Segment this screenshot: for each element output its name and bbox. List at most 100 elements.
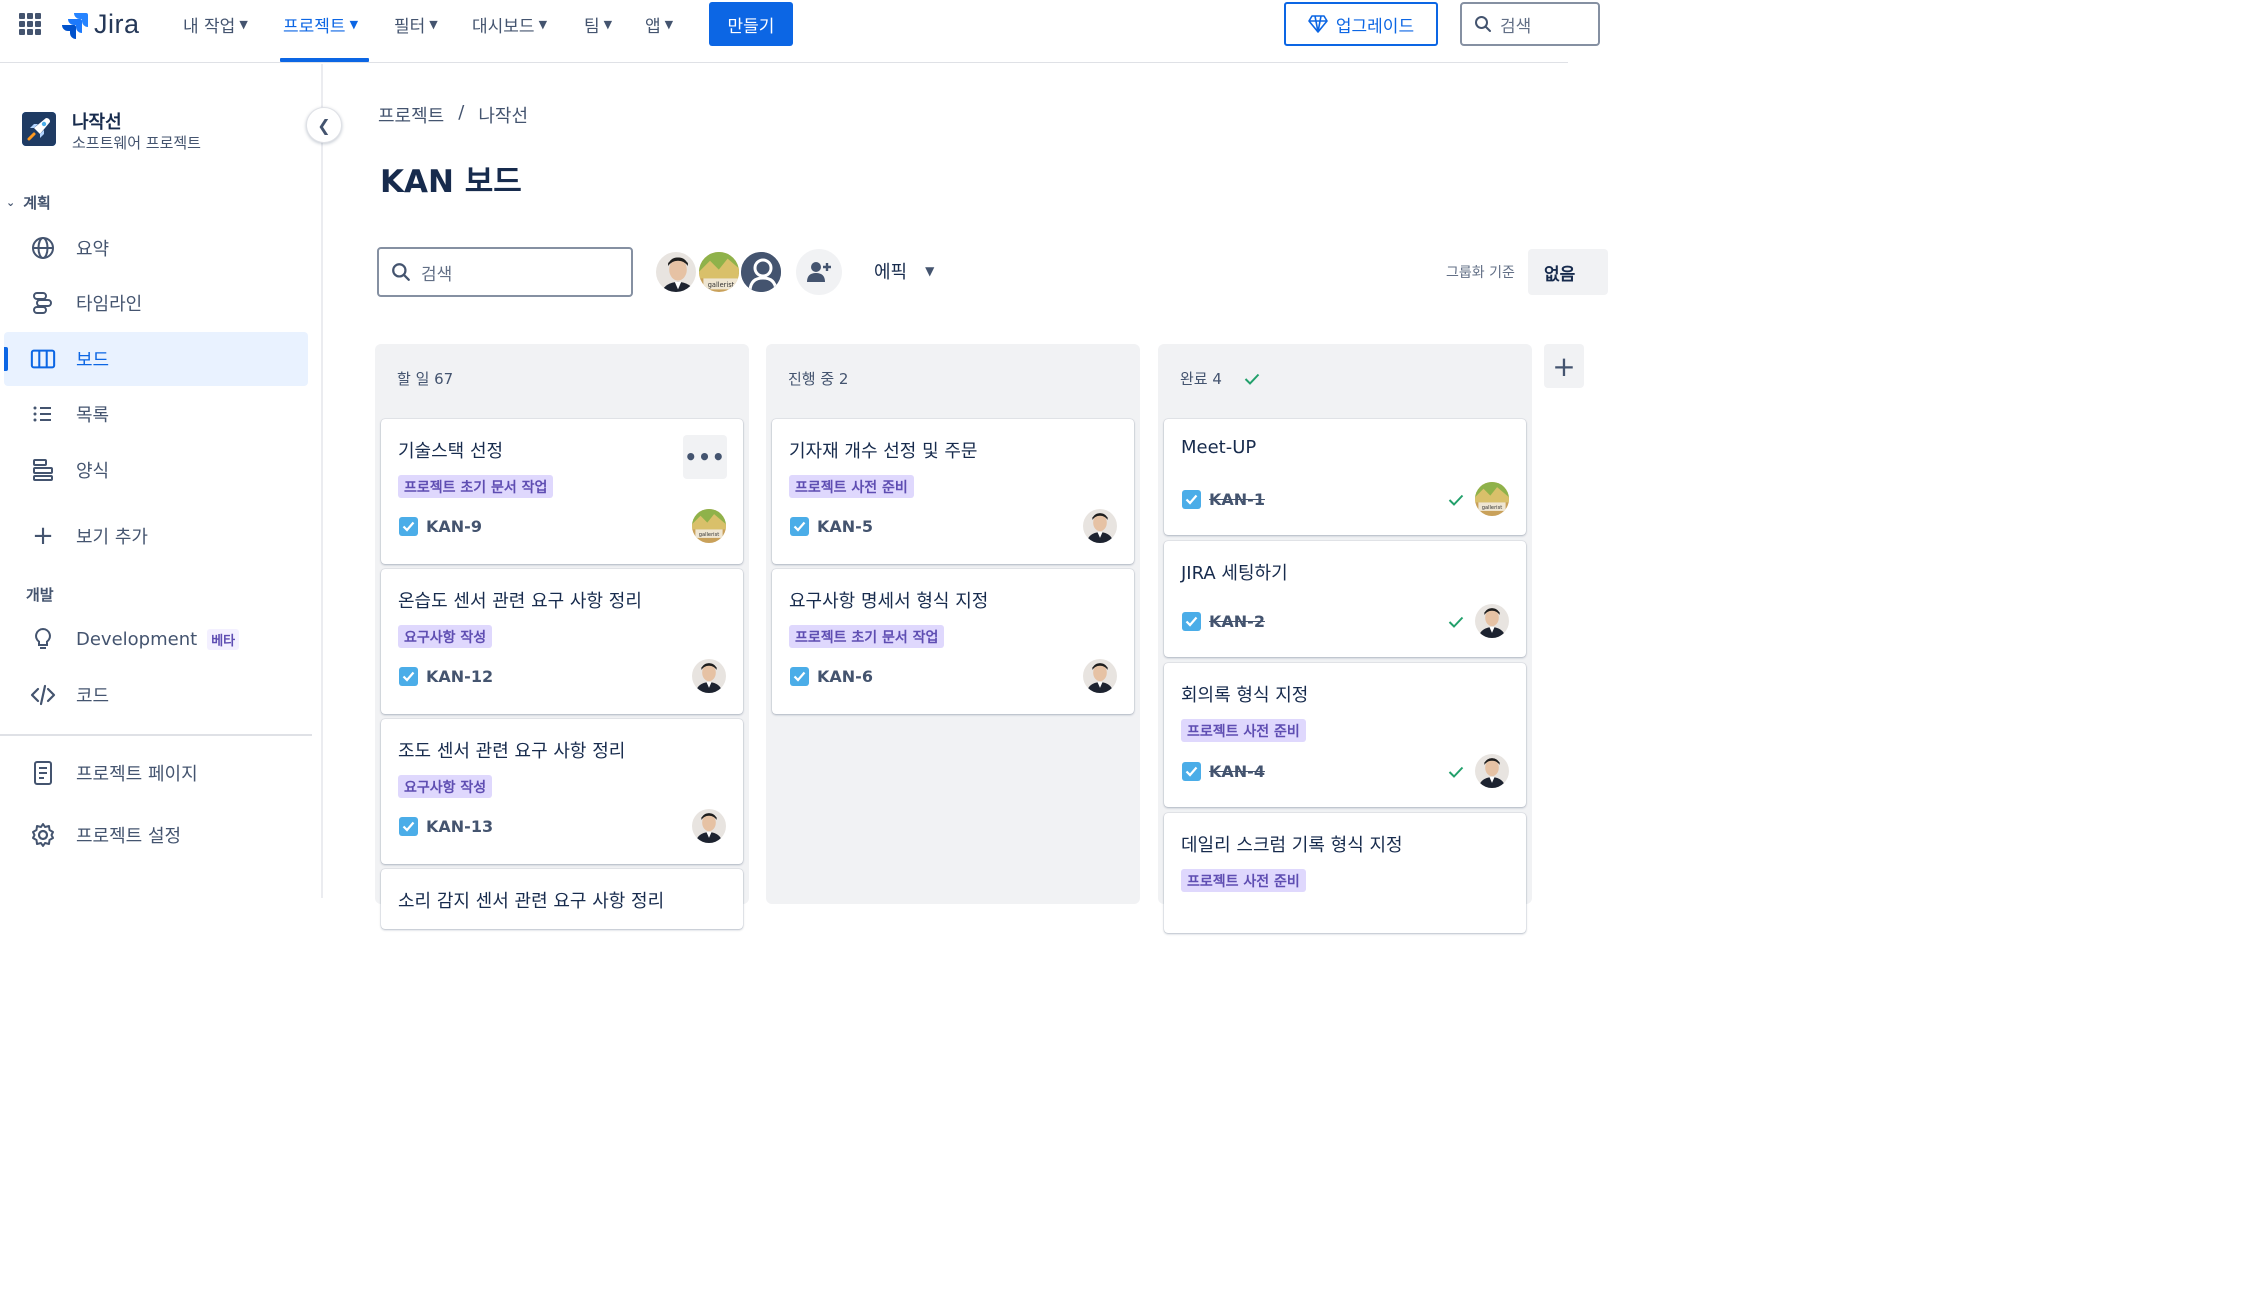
more-actions-button[interactable]: ••• xyxy=(683,435,727,479)
chevron-down-icon: ▼ xyxy=(538,17,548,31)
search-icon xyxy=(392,263,410,281)
sidebar-item-timeline[interactable]: 타임라인 xyxy=(4,276,308,330)
global-search-input[interactable]: 검색 xyxy=(1460,2,1600,46)
issue-card[interactable]: 요구사항 명세서 형식 지정 프로젝트 초기 문서 작업 KAN-6 xyxy=(772,569,1134,714)
issue-key[interactable]: KAN-1 xyxy=(1182,490,1265,509)
assignee-avatar[interactable] xyxy=(1475,754,1509,788)
chevron-left-icon: ❮ xyxy=(317,115,331,135)
search-icon xyxy=(1475,16,1491,32)
epic-lozenge[interactable]: 프로젝트 초기 문서 작업 xyxy=(789,625,945,648)
breadcrumb-project-link[interactable]: 나작선 xyxy=(478,102,528,128)
form-icon xyxy=(30,457,56,483)
sidebar-item-forms[interactable]: 양식 xyxy=(4,443,308,497)
assignee-avatar[interactable] xyxy=(692,509,726,543)
jira-logo-icon xyxy=(62,12,88,39)
board-search-input[interactable]: 검색 xyxy=(377,247,633,297)
app-switcher-icon[interactable] xyxy=(19,13,41,35)
epic-lozenge[interactable]: 요구사항 작성 xyxy=(398,625,493,648)
planning-section-toggle[interactable]: ⌄ 계획 xyxy=(6,192,51,213)
sidebar-item-summary[interactable]: 요약 xyxy=(4,221,308,275)
add-view-label: 보기 추가 xyxy=(76,527,148,548)
issue-key[interactable]: KAN-4 xyxy=(1182,762,1265,781)
jira-logo[interactable]: Jira xyxy=(60,9,140,40)
issue-card[interactable]: 기술스택 선정 ••• 프로젝트 초기 문서 작업 KAN-9 xyxy=(381,419,743,564)
issue-card[interactable]: Meet-UP KAN-1 xyxy=(1164,419,1526,535)
assignee-avatar[interactable] xyxy=(1083,659,1117,693)
avatar-filter-user-3[interactable] xyxy=(739,250,783,294)
breadcrumb-projects-link[interactable]: 프로젝트 xyxy=(378,102,444,128)
assignee-avatar[interactable] xyxy=(692,659,726,693)
create-button[interactable]: 만들기 xyxy=(709,2,793,46)
column-header[interactable]: 진행 중 2 xyxy=(788,368,848,389)
issue-card[interactable]: 온습도 센서 관련 요구 사항 정리 요구사항 작성 KAN-12 xyxy=(381,569,743,714)
timeline-icon xyxy=(30,290,56,316)
task-type-icon xyxy=(1182,612,1201,631)
epic-lozenge[interactable]: 프로젝트 사전 준비 xyxy=(789,475,914,498)
group-by-dropdown[interactable]: 없음 xyxy=(1528,249,1608,295)
epic-filter-dropdown[interactable]: 에픽 ▼ xyxy=(874,258,934,284)
column-header[interactable]: 할 일 67 xyxy=(397,368,453,389)
sidebar-item-label: 양식 xyxy=(76,461,110,482)
issue-card[interactable]: 소리 감지 센서 관련 요구 사항 정리 xyxy=(381,869,743,929)
assignee-avatar[interactable] xyxy=(692,809,726,843)
board-column-in-progress: 진행 중 2 기자재 개수 선정 및 주문 프로젝트 사전 준비 KAN-5 요… xyxy=(766,344,1140,904)
sidebar-item-code[interactable]: 코드 xyxy=(4,668,308,722)
add-view-button[interactable]: + 보기 추가 xyxy=(4,509,308,563)
sidebar-item-project-settings[interactable]: 프로젝트 설정 xyxy=(4,808,308,862)
epic-lozenge[interactable]: 프로젝트 사전 준비 xyxy=(1181,869,1306,892)
epic-lozenge[interactable]: 프로젝트 초기 문서 작업 xyxy=(398,475,554,498)
issue-key[interactable]: KAN-2 xyxy=(1182,612,1265,631)
sidebar-item-project-pages[interactable]: 프로젝트 페이지 xyxy=(4,746,308,800)
add-people-button[interactable] xyxy=(796,249,842,295)
avatar-man-image xyxy=(1083,509,1117,543)
sidebar-item-list[interactable]: 목록 xyxy=(4,387,308,441)
nav-filters[interactable]: 필터 ▼ xyxy=(394,12,438,37)
issue-key[interactable]: KAN-13 xyxy=(399,817,493,836)
project-avatar[interactable] xyxy=(22,112,56,146)
nav-apps[interactable]: 앱 ▼ xyxy=(645,12,673,37)
sidebar-item-label: Development xyxy=(76,628,198,650)
issue-title: 온습도 센서 관련 요구 사항 정리 xyxy=(398,591,642,612)
sidebar-item-label: 코드 xyxy=(76,686,110,707)
sidebar-item-label: 목록 xyxy=(76,405,110,426)
nav-dashboards[interactable]: 대시보드 ▼ xyxy=(472,12,548,37)
sidebar-item-board[interactable]: 보드 xyxy=(4,332,308,386)
column-header[interactable]: 완료 4 xyxy=(1180,368,1260,389)
beta-badge: 베타 xyxy=(207,628,240,650)
avatar-filter-user-1[interactable] xyxy=(654,250,698,294)
sidebar-item-label: 타임라인 xyxy=(76,294,143,315)
issue-card[interactable]: JIRA 세팅하기 KAN-2 xyxy=(1164,541,1526,657)
issue-key-text: KAN-2 xyxy=(1209,612,1265,631)
nav-my-work[interactable]: 내 작업 ▼ xyxy=(183,12,248,37)
epic-lozenge[interactable]: 프로젝트 사전 준비 xyxy=(1181,719,1306,742)
issue-card[interactable]: 조도 센서 관련 요구 사항 정리 요구사항 작성 KAN-13 xyxy=(381,719,743,864)
sidebar-resize-handle[interactable] xyxy=(321,64,323,898)
breadcrumb-separator: / xyxy=(458,102,465,123)
issue-card[interactable]: 기자재 개수 선정 및 주문 프로젝트 사전 준비 KAN-5 xyxy=(772,419,1134,564)
upgrade-button[interactable]: 업그레이드 xyxy=(1284,2,1438,46)
page-title: KAN 보드 xyxy=(380,164,522,200)
assignee-avatar[interactable] xyxy=(1083,509,1117,543)
avatar-man-image xyxy=(656,252,698,294)
assignee-avatar[interactable] xyxy=(1475,604,1509,638)
nav-teams[interactable]: 팀 ▼ xyxy=(584,12,612,37)
lightbulb-icon xyxy=(30,626,56,652)
gem-icon xyxy=(1308,15,1328,33)
issue-card[interactable]: 회의록 형식 지정 프로젝트 사전 준비 KAN-4 xyxy=(1164,663,1526,807)
epic-lozenge[interactable]: 요구사항 작성 xyxy=(398,775,493,798)
nav-projects[interactable]: 프로젝트 ▼ xyxy=(283,12,358,37)
resolved-check-icon xyxy=(1448,494,1464,506)
globe-icon xyxy=(30,235,56,261)
add-column-button[interactable]: + xyxy=(1544,344,1584,388)
sidebar-item-development[interactable]: Development 베타 xyxy=(4,612,308,666)
issue-card[interactable]: 데일리 스크럼 기록 형식 지정 프로젝트 사전 준비 xyxy=(1164,813,1526,933)
collapse-sidebar-button[interactable]: ❮ xyxy=(306,107,342,143)
issue-key[interactable]: KAN-9 xyxy=(399,517,482,536)
avatar-filter-user-2[interactable] xyxy=(697,250,741,294)
issue-key-text: KAN-6 xyxy=(817,667,873,686)
issue-key[interactable]: KAN-6 xyxy=(790,667,873,686)
issue-key[interactable]: KAN-12 xyxy=(399,667,493,686)
issue-key[interactable]: KAN-5 xyxy=(790,517,873,536)
nav-filters-label: 필터 xyxy=(394,16,426,37)
assignee-avatar[interactable] xyxy=(1475,482,1509,516)
